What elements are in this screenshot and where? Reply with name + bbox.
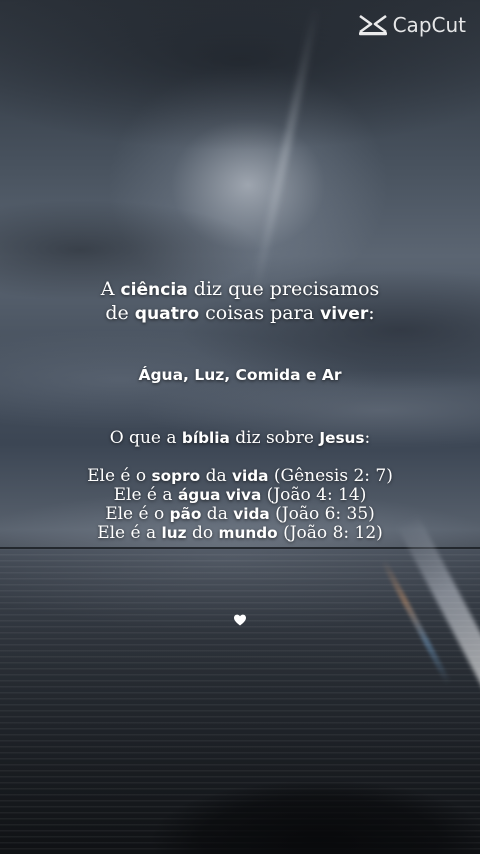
capcut-watermark: CapCut (357, 12, 466, 38)
verse-line: Ele é a água viva (João 4: 14) (0, 486, 480, 505)
emphasis-word: sopro (151, 467, 201, 485)
verse-part: Ele é o (105, 504, 170, 524)
verse-part: da (201, 504, 234, 524)
verse-line: Ele é o sopro da vida (Gênesis 2: 7) (0, 467, 480, 486)
emphasis-word: ciência (120, 280, 188, 300)
heading-part: O que a (109, 428, 182, 448)
emphasis-word: pão (169, 505, 202, 523)
verse-part: da (200, 466, 232, 486)
verse-line: Ele é o pão da vida (João 6: 35) (0, 505, 480, 524)
emphasis-word: luz (161, 524, 187, 542)
verse-line: Ele é a luz do mundo (João 8: 12) (0, 524, 480, 543)
verse-reference: (João 8: 12) (277, 523, 383, 543)
verse-part: Ele é a (113, 485, 178, 505)
emphasis-word: mundo (218, 524, 278, 542)
foreground-rock (150, 770, 480, 854)
verse-part: Ele é a (97, 523, 162, 543)
verse-part: Ele é o (87, 466, 152, 486)
intro-text-part: A (100, 278, 121, 300)
intro-line-1: A ciência diz que precisamos (0, 278, 480, 302)
emphasis-word: água viva (177, 486, 262, 504)
emphasis-word: Jesus (319, 429, 365, 447)
emphasis-word: bíblia (181, 429, 230, 447)
intro-text: A ciência diz que precisamos de quatro c… (0, 278, 480, 326)
intro-text-part: diz que precisamos (187, 278, 380, 300)
intro-text-part: : (368, 302, 375, 324)
bible-heading: O que a bíblia diz sobre Jesus: (0, 428, 480, 448)
intro-text-part: de (105, 302, 135, 324)
emphasis-word: viver (320, 304, 369, 324)
elements-line: Água, Luz, Comida e Ar (138, 366, 342, 384)
emphasis-word: vida (233, 505, 270, 523)
verse-list: Ele é o sopro da vida (Gênesis 2: 7) Ele… (0, 467, 480, 543)
heading-part: diz sobre (229, 428, 320, 448)
heart-icon (234, 614, 246, 626)
intro-line-2: de quatro coisas para viver: (0, 302, 480, 326)
verse-reference: (João 6: 35) (269, 504, 375, 524)
verse-part: do (186, 523, 219, 543)
heading-part: : (364, 428, 371, 448)
intro-text-part: coisas para (199, 302, 321, 324)
emphasis-word: vida (232, 467, 269, 485)
video-frame: CapCut A ciência diz que precisamos de q… (0, 0, 480, 854)
verse-reference: (João 4: 14) (261, 485, 367, 505)
capcut-logo-icon (358, 14, 387, 36)
watermark-label: CapCut (392, 13, 466, 37)
emphasis-word: quatro (134, 304, 200, 324)
verse-reference: (Gênesis 2: 7) (268, 466, 393, 486)
